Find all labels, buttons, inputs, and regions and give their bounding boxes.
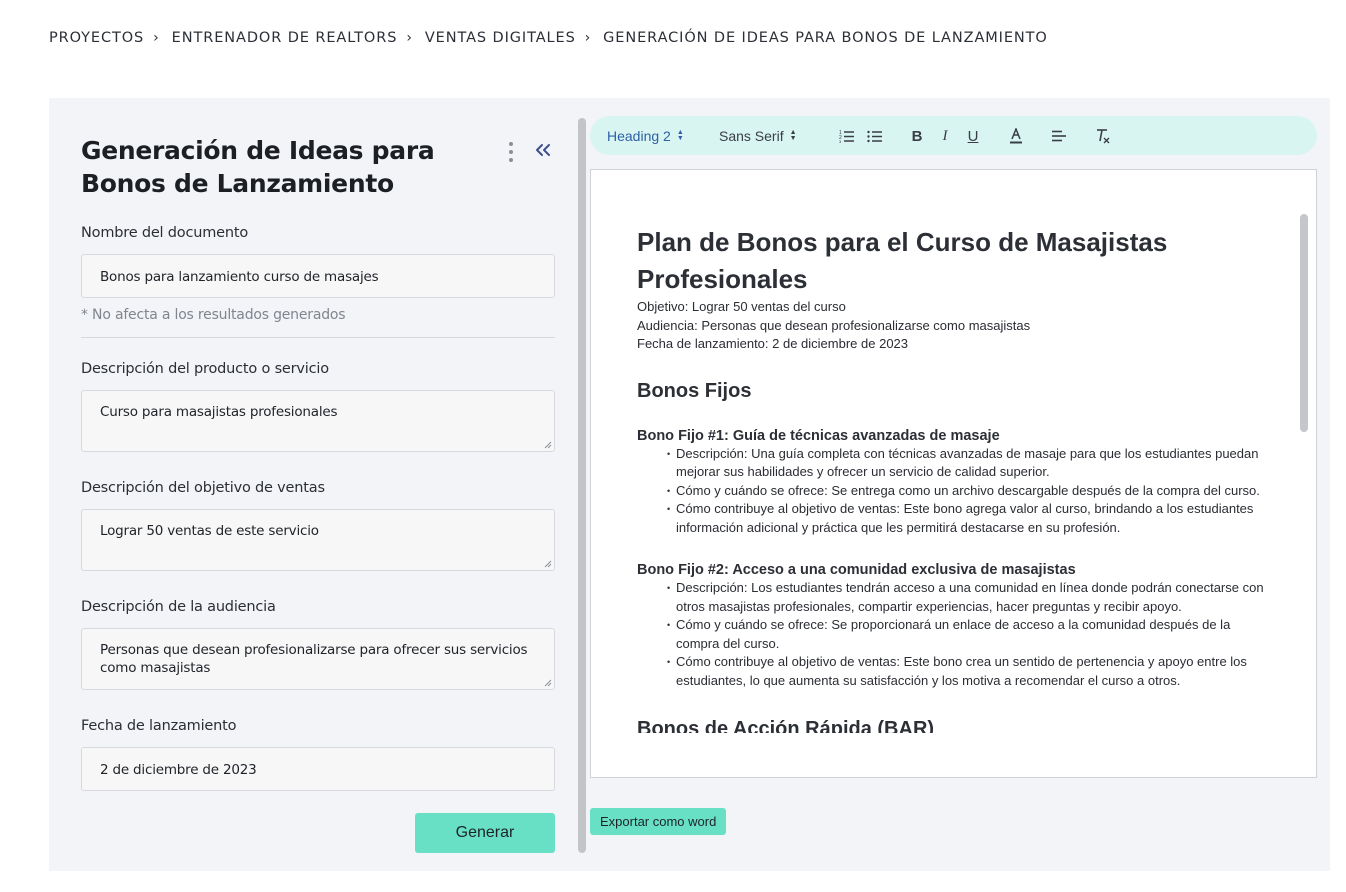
clear-format-icon[interactable] bbox=[1092, 125, 1114, 147]
list-item: Cómo y cuándo se ofrece: Se proporcionar… bbox=[667, 616, 1277, 653]
bonus-list: Descripción: Los estudiantes tendrán acc… bbox=[667, 579, 1277, 690]
collapse-double-chevron-icon[interactable] bbox=[533, 138, 553, 162]
italic-icon[interactable]: I bbox=[934, 125, 956, 147]
document-content: Plan de Bonos para el Curso de Masajista… bbox=[637, 224, 1277, 742]
doc-name-hint: * No afecta a los resultados generados bbox=[81, 307, 346, 323]
breadcrumb-item-ventas[interactable]: VENTAS DIGITALES bbox=[425, 30, 576, 46]
export-word-button[interactable]: Exportar como word bbox=[590, 808, 727, 835]
goal-textarea-value: Lograr 50 ventas de este servicio bbox=[100, 523, 319, 539]
breadcrumb-item-current: GENERACIÓN DE IDEAS PARA BONOS DE LANZAM… bbox=[603, 30, 1048, 46]
underline-icon[interactable]: U bbox=[962, 125, 984, 147]
select-arrows-icon: ▲ ▼ bbox=[676, 128, 684, 142]
document-meta-line: Fecha de lanzamiento: 2 de diciembre de … bbox=[637, 336, 909, 351]
editor-bottom-mask bbox=[591, 733, 1291, 777]
more-options-icon[interactable] bbox=[507, 142, 515, 162]
chevron-right-icon: › bbox=[584, 30, 592, 46]
select-arrows-icon: ▲ ▼ bbox=[789, 128, 797, 142]
editor-scrollbar[interactable] bbox=[1300, 214, 1308, 734]
font-select[interactable]: Sans Serif ▲ ▼ bbox=[719, 128, 797, 144]
align-left-icon[interactable] bbox=[1048, 125, 1070, 147]
generate-button[interactable]: Generar bbox=[415, 813, 555, 853]
bonus-list: Descripción: Una guía completa con técni… bbox=[667, 445, 1277, 538]
resize-handle-icon[interactable] bbox=[544, 441, 552, 449]
bonus-heading: Bono Fijo #2: Acceso a una comunidad exc… bbox=[637, 562, 1076, 578]
list-item: Cómo contribuye al objetivo de ventas: E… bbox=[667, 500, 1277, 537]
panel-scrollbar[interactable] bbox=[578, 118, 586, 853]
audience-textarea[interactable]: Personas que desean profesionalizarse pa… bbox=[81, 628, 555, 690]
doc-name-label: Nombre del documento bbox=[81, 225, 249, 241]
heading-select[interactable]: Heading 2 ▲ ▼ bbox=[607, 128, 684, 144]
form-sidebar: Generación de Ideas para Bonos de Lanzam… bbox=[49, 98, 577, 871]
form-title: Generación de Ideas para Bonos de Lanzam… bbox=[81, 136, 435, 198]
workspace-panel: Generación de Ideas para Bonos de Lanzam… bbox=[49, 98, 1330, 871]
breadcrumb-item-proyectos[interactable]: PROYECTOS bbox=[49, 30, 144, 46]
list-item: Descripción: Una guía completa con técni… bbox=[667, 445, 1277, 482]
section-heading: Bonos Fijos bbox=[637, 379, 752, 402]
document-meta-line: Audiencia: Personas que desean profesion… bbox=[637, 317, 1031, 333]
rich-text-editor[interactable]: Plan de Bonos para el Curso de Masajista… bbox=[590, 169, 1317, 778]
audience-textarea-value: Personas que desean profesionalizarse pa… bbox=[100, 642, 528, 676]
list-item: Cómo contribuye al objetivo de ventas: E… bbox=[667, 653, 1277, 690]
date-input[interactable]: 2 de diciembre de 2023 bbox=[81, 747, 555, 791]
breadcrumb-item-entrenador[interactable]: ENTRENADOR DE REALTORS bbox=[172, 30, 398, 46]
editor-scrollbar-thumb[interactable] bbox=[1300, 214, 1308, 432]
goal-label: Descripción del objetivo de ventas bbox=[81, 480, 325, 496]
heading-select-value: Heading 2 bbox=[607, 127, 671, 144]
divider bbox=[81, 337, 555, 338]
date-label: Fecha de lanzamiento bbox=[81, 718, 237, 734]
breadcrumb: PROYECTOS › ENTRENADOR DE REALTORS › VEN… bbox=[49, 30, 1048, 46]
document-title: Plan de Bonos para el Curso de Masajista… bbox=[637, 227, 1168, 294]
product-label: Descripción del producto o servicio bbox=[81, 361, 329, 377]
bonus-heading: Bono Fijo #1: Guía de técnicas avanzadas… bbox=[637, 427, 1000, 444]
goal-textarea[interactable]: Lograr 50 ventas de este servicio bbox=[81, 509, 555, 571]
text-color-icon[interactable] bbox=[1005, 125, 1027, 147]
document-meta-line: Objetivo: Lograr 50 ventas del curso bbox=[637, 299, 846, 314]
ordered-list-icon[interactable]: 123 bbox=[836, 125, 858, 147]
product-textarea[interactable]: Curso para masajistas profesionales bbox=[81, 390, 555, 452]
product-textarea-value: Curso para masajistas profesionales bbox=[100, 404, 338, 420]
chevron-right-icon: › bbox=[406, 30, 413, 46]
font-select-value: Sans Serif bbox=[719, 127, 784, 144]
bold-icon[interactable]: B bbox=[906, 125, 928, 147]
list-item: Cómo y cuándo se ofrece: Se entrega como… bbox=[667, 482, 1277, 501]
resize-handle-icon[interactable] bbox=[544, 560, 552, 568]
chevron-right-icon: › bbox=[153, 30, 160, 46]
resize-handle-icon[interactable] bbox=[544, 679, 552, 687]
audience-label: Descripción de la audiencia bbox=[81, 599, 276, 615]
list-item: Descripción: Los estudiantes tendrán acc… bbox=[667, 579, 1277, 616]
doc-name-input[interactable]: Bonos para lanzamiento curso de masajes bbox=[81, 254, 555, 298]
bullet-list-icon[interactable] bbox=[864, 125, 886, 147]
editor-toolbar: Heading 2 ▲ ▼ Sans Serif ▲ ▼ 123 B I U bbox=[590, 116, 1317, 155]
